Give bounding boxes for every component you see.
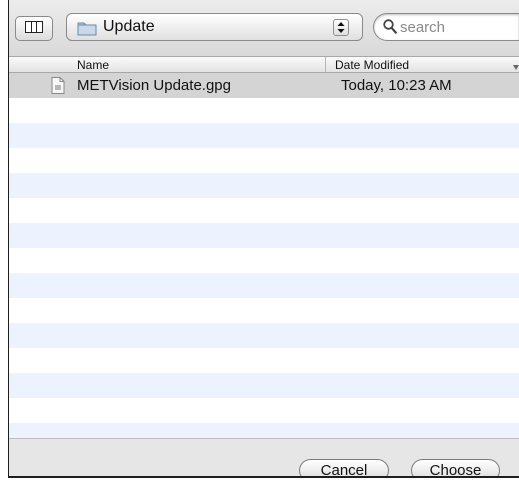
empty-row: [9, 173, 519, 198]
document-icon: [51, 77, 65, 99]
file-name: METVision Update.gpg: [77, 77, 231, 94]
button-bar: Cancel Choose: [9, 438, 519, 476]
empty-row: [9, 223, 519, 248]
empty-row: [9, 323, 519, 348]
column-header-name[interactable]: Name: [77, 58, 109, 72]
empty-row: [9, 148, 519, 173]
path-popup-label: Update: [103, 18, 155, 35]
empty-row: [9, 298, 519, 323]
search-input[interactable]: [400, 17, 510, 37]
empty-row: [9, 98, 519, 123]
list-rows: METVision Update.gpg Today, 10:23 AM: [9, 73, 519, 439]
up-down-arrows-icon: [333, 19, 349, 36]
path-popup[interactable]: Update: [66, 13, 363, 41]
empty-row: [9, 373, 519, 398]
file-date-modified: Today, 10:23 AM: [341, 77, 452, 94]
folder-icon: [77, 20, 97, 41]
empty-row: [9, 423, 519, 439]
search-field[interactable]: [373, 13, 519, 41]
list-header: Name Date Modified: [9, 57, 519, 73]
empty-row: [9, 123, 519, 148]
empty-row: [9, 348, 519, 373]
empty-row: [9, 248, 519, 273]
empty-row: [9, 273, 519, 298]
column-header-date-modified[interactable]: Date Modified: [335, 58, 409, 72]
file-list[interactable]: Name Date Modified METVision Update.gpg …: [9, 56, 519, 439]
column-separator: [325, 57, 326, 72]
empty-row: [9, 198, 519, 223]
magnifier-icon: [383, 19, 397, 39]
column-view-icon: [25, 20, 43, 38]
empty-row: [9, 398, 519, 423]
choose-button[interactable]: Choose: [411, 459, 500, 476]
cancel-button[interactable]: Cancel: [299, 459, 389, 476]
column-view-button[interactable]: [15, 16, 53, 41]
open-dialog: Update Name Date Modified: [8, 0, 519, 478]
list-item[interactable]: METVision Update.gpg Today, 10:23 AM: [9, 73, 519, 98]
sort-arrow-icon: [513, 60, 519, 74]
toolbar: Update: [9, 0, 519, 56]
